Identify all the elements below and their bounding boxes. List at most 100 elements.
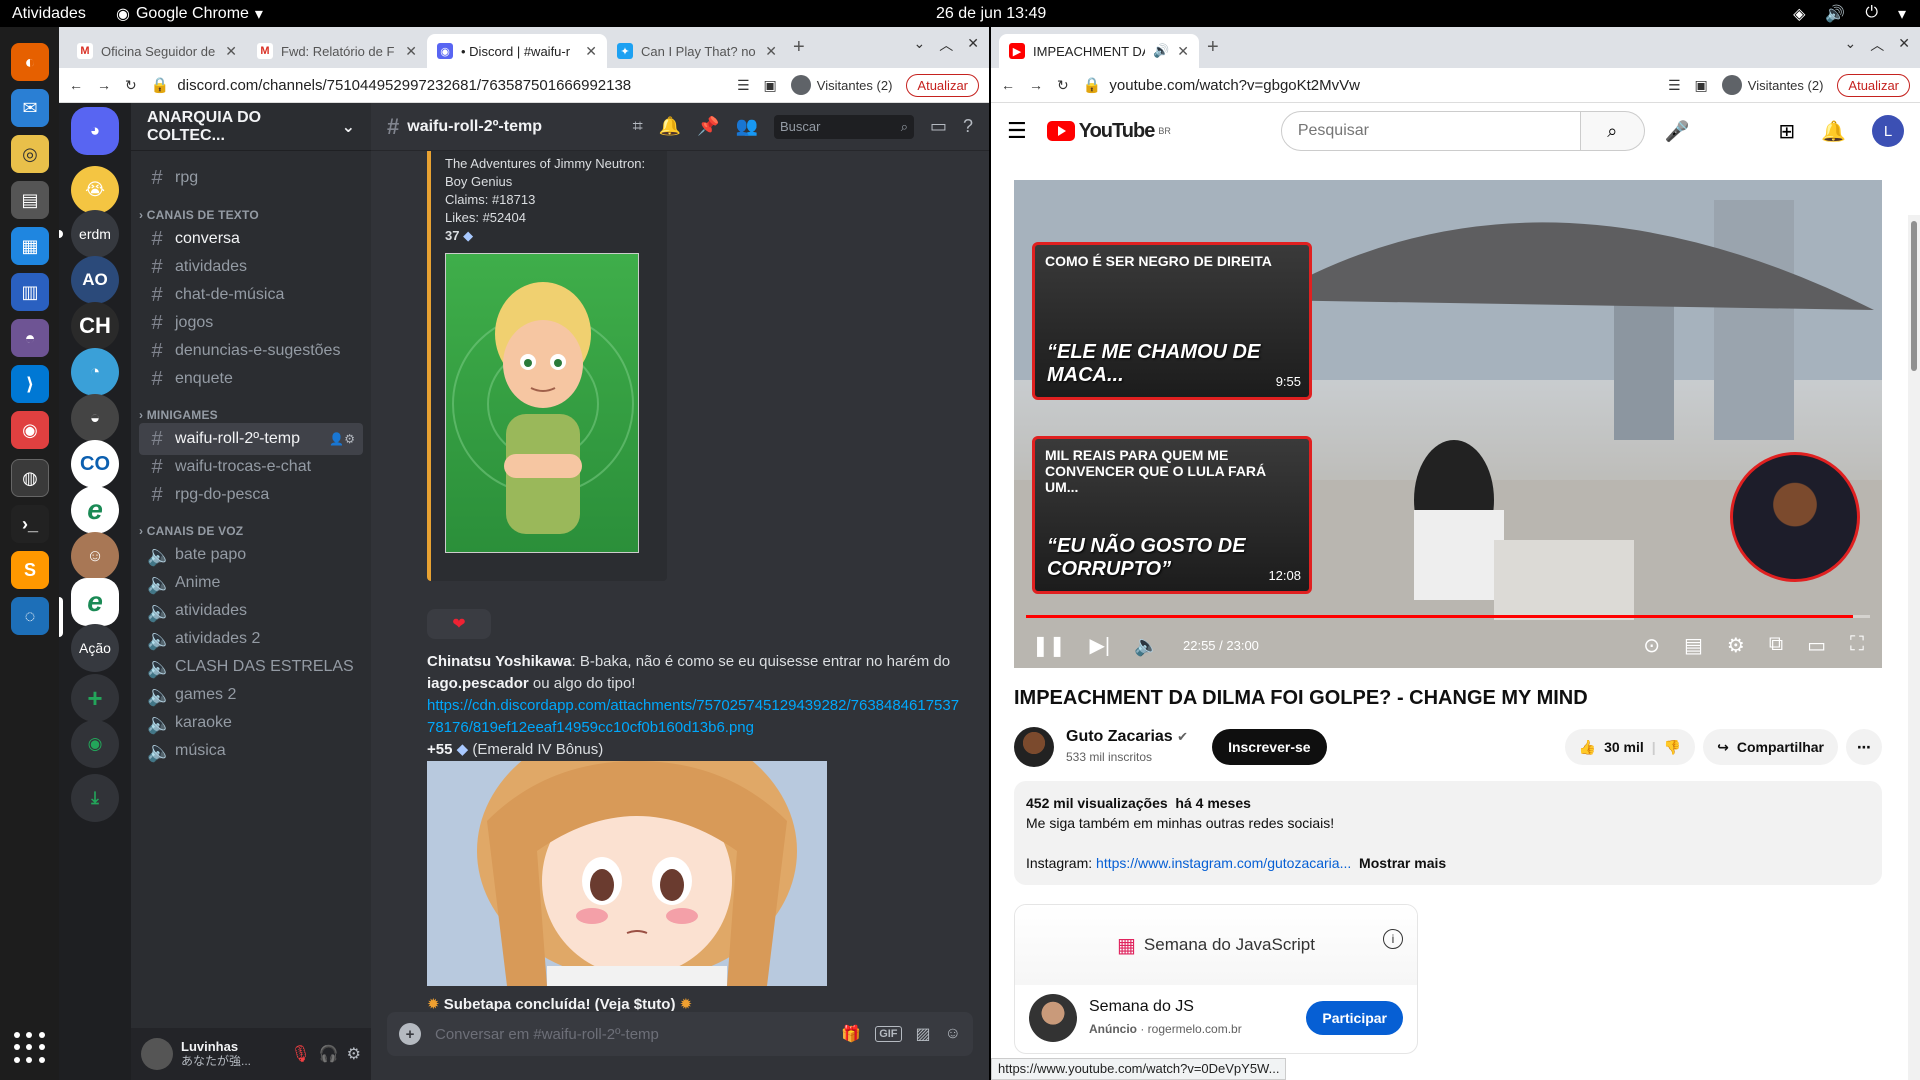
headphones-icon[interactable]: 🎧 (319, 1044, 339, 1064)
explore-icon[interactable]: ◉ (71, 720, 119, 768)
bell-icon[interactable]: 🔔 (659, 116, 681, 137)
gear-icon[interactable]: ⚙ (347, 1044, 361, 1064)
guild-header[interactable]: ANARQUIA DO COLTEC... ⌄ (131, 103, 371, 151)
fullscreen-icon[interactable]: ⛶ (1850, 633, 1864, 658)
close-window-icon[interactable]: ✕ (967, 35, 979, 55)
search-input[interactable] (1280, 111, 1581, 151)
server-erdm[interactable]: erdm (71, 210, 119, 258)
miniplayer-icon[interactable]: ⧉ (1769, 633, 1783, 658)
channel-rpg-do-pesca[interactable]: # rpg-do-pesca (139, 479, 363, 511)
profile-button[interactable]: Visitantes (2) (1721, 75, 1823, 95)
tab-youtube[interactable]: ▶ IMPEACHMENT DA DILMA 🔊 ✕ (999, 34, 1199, 68)
inbox-icon[interactable]: ▭ (930, 116, 947, 137)
reading-list-icon[interactable]: ☰ (1668, 77, 1681, 94)
progress-bar[interactable] (1026, 615, 1870, 618)
reload-icon[interactable]: ↻ (1057, 77, 1069, 94)
anime-image[interactable] (427, 761, 827, 986)
endcard-channel-avatar[interactable] (1730, 452, 1860, 582)
server-acao[interactable]: Ação (71, 624, 119, 672)
activities-button[interactable]: Atividades (12, 5, 86, 23)
tab-gmail-1[interactable]: M Oficina Seguidor de F ✕ (67, 34, 247, 68)
url-field[interactable]: 🔒 youtube.com/watch?v=gbgoKt2MvVw (1083, 76, 1654, 95)
new-tab-icon[interactable]: + (1207, 36, 1219, 59)
scrollbar-thumb[interactable] (1911, 221, 1917, 371)
download-icon[interactable]: ⤓ (71, 774, 119, 822)
voice-musica[interactable]: 🔈 música (139, 735, 363, 767)
captions-icon[interactable]: ▤ (1684, 633, 1703, 658)
update-button[interactable]: Atualizar (906, 73, 979, 97)
close-icon[interactable]: ✕ (765, 43, 777, 60)
character-image[interactable] (445, 253, 639, 553)
settings-icon[interactable]: ⚙ (1727, 633, 1745, 658)
reload-icon[interactable]: ↻ (125, 77, 137, 94)
tab-twitter[interactable]: ✦ Can I Play That? no ✕ (607, 34, 787, 68)
heart-reaction[interactable]: ❤ (427, 609, 491, 639)
forward-icon[interactable]: → (97, 77, 111, 93)
volume-icon[interactable]: 🔈 (1134, 633, 1159, 658)
youtube-logo[interactable]: YouTube BR (1046, 120, 1171, 143)
mute-mic-icon[interactable]: 🎙 (290, 1044, 310, 1064)
message-author[interactable]: Chinatsu Yoshikawa (427, 653, 572, 670)
search-input[interactable]: Buscar ⌕ (773, 114, 914, 139)
add-server-icon[interactable]: + (71, 674, 119, 722)
subscribe-button[interactable]: Inscrever-se (1212, 729, 1327, 765)
new-tab-icon[interactable]: + (793, 36, 805, 59)
terminal-icon[interactable]: ›_ (11, 505, 49, 543)
minimize-icon[interactable]: ︿ (1870, 35, 1884, 55)
tab-gmail-2[interactable]: M Fwd: Relatório de F ✕ (247, 34, 427, 68)
category-minigames[interactable]: › MINIGAMES (139, 408, 218, 422)
tab-discord[interactable]: ◉ • Discord | #waifu-r ✕ (427, 34, 607, 68)
ad-banner[interactable]: ▦ Semana do JavaScript i (1015, 905, 1417, 985)
attach-plus-icon[interactable]: + (399, 1023, 421, 1045)
endcard-video-1[interactable]: COMO É SER NEGRO DE DIREITA “ELE ME CHAM… (1032, 242, 1312, 400)
profile-button[interactable]: Visitantes (2) (790, 75, 892, 95)
show-more-button[interactable]: Mostrar mais (1359, 855, 1446, 871)
thumbs-down-icon[interactable]: 👎 (1664, 739, 1681, 756)
next-icon[interactable]: ▶| (1090, 633, 1111, 658)
server-blue[interactable]: ◔ (71, 348, 119, 396)
server-dark[interactable]: ◒ (71, 394, 119, 442)
channel-rpg[interactable]: # rpg (139, 162, 363, 194)
category-voice[interactable]: › CANAIS DE VOZ (139, 524, 243, 538)
side-panel-icon[interactable]: ▣ (764, 77, 777, 94)
server-e1[interactable]: e (71, 486, 119, 534)
forward-icon[interactable]: → (1029, 77, 1043, 93)
channel-settings-icon[interactable]: 👤⚙ (329, 432, 355, 446)
minimize-icon[interactable]: ︿ (939, 35, 953, 55)
create-video-icon[interactable]: ⊞ (1778, 119, 1795, 144)
search-button[interactable]: ⌕ (1580, 111, 1645, 151)
close-icon[interactable]: ✕ (585, 43, 597, 60)
category-text-channels[interactable]: › CANAIS DE TEXTO (139, 208, 259, 222)
document-icon[interactable]: ▥ (11, 273, 49, 311)
audio-playing-icon[interactable]: 🔊 (1153, 43, 1169, 59)
rhythmbox-icon[interactable]: ◎ (11, 135, 49, 173)
system-tray[interactable]: ◈ 🔊 ⏻ ▾ (1793, 4, 1906, 24)
show-apps-icon[interactable] (14, 1032, 46, 1064)
pin-icon[interactable]: 📌 (697, 116, 719, 137)
github-icon[interactable]: ◓ (11, 319, 49, 357)
page-scrollbar[interactable] (1908, 215, 1920, 1080)
video-description[interactable]: 452 mil visualizações há 4 meses Me siga… (1014, 781, 1882, 885)
server-ao[interactable]: AO (71, 256, 119, 304)
channel-info[interactable]: Guto Zacarias ✔ 533 mil inscritos (1066, 727, 1188, 767)
close-icon[interactable]: ✕ (1177, 43, 1189, 60)
discord-home-icon[interactable]: ◕ (71, 107, 119, 155)
bell-icon[interactable]: 🔔 (1821, 119, 1846, 144)
microphone-icon[interactable]: 🎤 (1665, 119, 1690, 144)
server-e2[interactable]: e (71, 578, 119, 626)
pause-icon[interactable]: ❚❚ (1032, 633, 1066, 658)
autoplay-toggle-icon[interactable]: ⊙ (1643, 633, 1660, 658)
threads-icon[interactable]: ⌗ (633, 116, 643, 137)
avatar[interactable] (141, 1038, 173, 1070)
instagram-link[interactable]: https://www.instagram.com/gutozacaria... (1096, 855, 1351, 871)
tab-search-icon[interactable]: ⌄ (1845, 35, 1857, 55)
ad-cta-button[interactable]: Participar (1306, 1001, 1403, 1035)
reading-list-icon[interactable]: ☰ (737, 77, 750, 94)
server-co[interactable]: CO (71, 440, 119, 488)
vscode-icon[interactable]: ⟩ (11, 365, 49, 403)
sublime-icon[interactable]: S (11, 551, 49, 589)
emoji-icon[interactable]: ☺ (945, 1025, 961, 1043)
ubuntu-software-icon[interactable]: ◌ (11, 597, 49, 635)
back-icon[interactable]: ← (1001, 77, 1015, 93)
files-icon[interactable]: ▤ (11, 181, 49, 219)
